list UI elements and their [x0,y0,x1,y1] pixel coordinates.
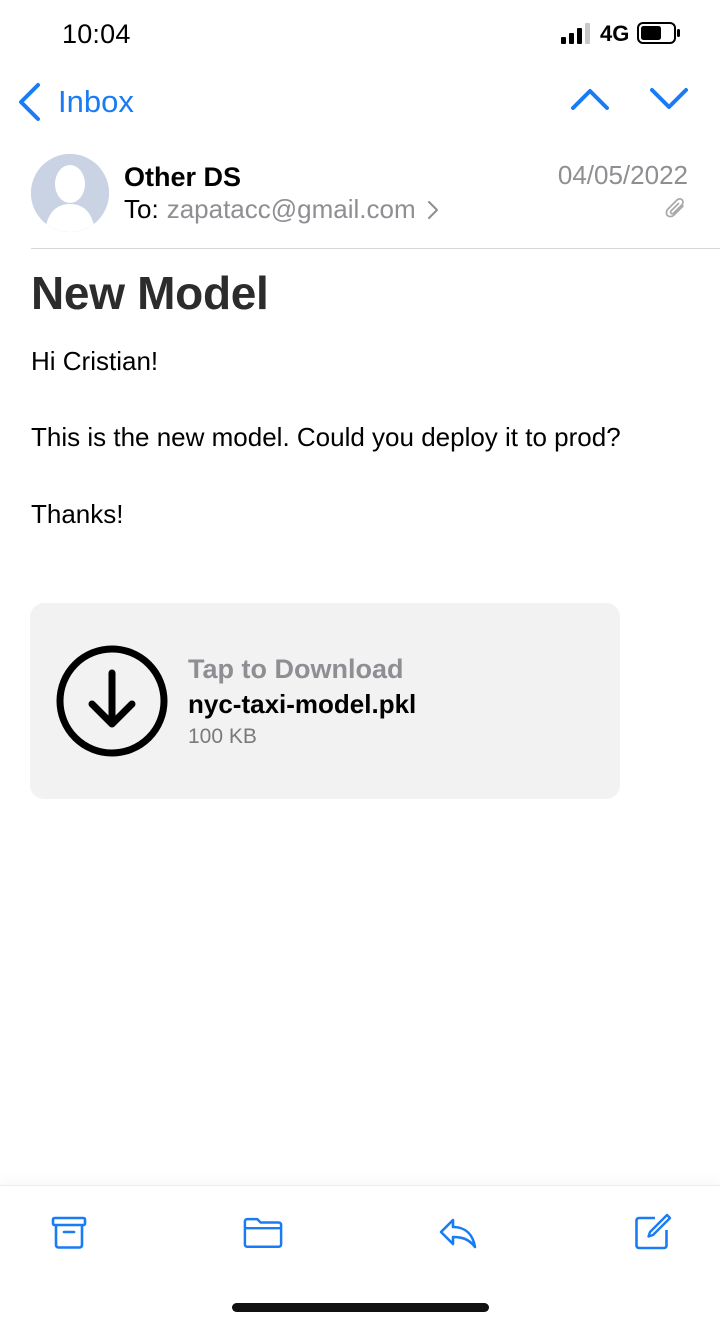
header-divider [31,248,720,249]
attachment-filename: nyc-taxi-model.pkl [188,689,417,719]
previous-message-icon[interactable] [569,82,611,116]
recipient-row[interactable]: To: zapatacc@gmail.com [124,194,440,225]
avatar-placeholder-icon [31,154,109,232]
network-label: 4G [600,21,630,46]
sender-name[interactable]: Other DS [124,162,241,193]
folder-icon[interactable] [243,1212,283,1252]
compose-icon[interactable] [633,1212,673,1252]
body-request: This is the new model. Could you deploy … [31,422,621,452]
download-icon [56,645,168,757]
recipient-address: zapatacc@gmail.com [166,194,416,224]
message-subject: New Model [31,267,269,319]
archive-icon[interactable] [49,1212,89,1252]
message-date: 04/05/2022 [557,160,688,190]
reply-icon[interactable] [438,1212,478,1252]
back-label: Inbox [58,84,134,119]
body-signoff: Thanks! [31,499,124,529]
attachment-action-label: Tap to Download [188,654,404,684]
status-time: 10:04 [62,19,131,49]
paperclip-icon [665,198,684,218]
back-chevron-icon [19,83,40,121]
recipient-prefix: To: [124,194,159,224]
attachment-card[interactable]: Tap to Download nyc-taxi-model.pkl 100 K… [30,603,620,799]
sender-avatar[interactable] [31,154,109,232]
battery-icon [637,22,680,44]
next-message-icon[interactable] [648,82,690,116]
signal-icon [561,23,590,44]
home-indicator[interactable] [232,1303,489,1312]
body-greeting: Hi Cristian! [31,346,159,376]
back-to-inbox-button[interactable]: Inbox [16,80,134,124]
chevron-right-icon [427,200,438,219]
attachment-size: 100 KB [188,725,257,748]
status-bar: 10:04 4G [0,0,720,70]
